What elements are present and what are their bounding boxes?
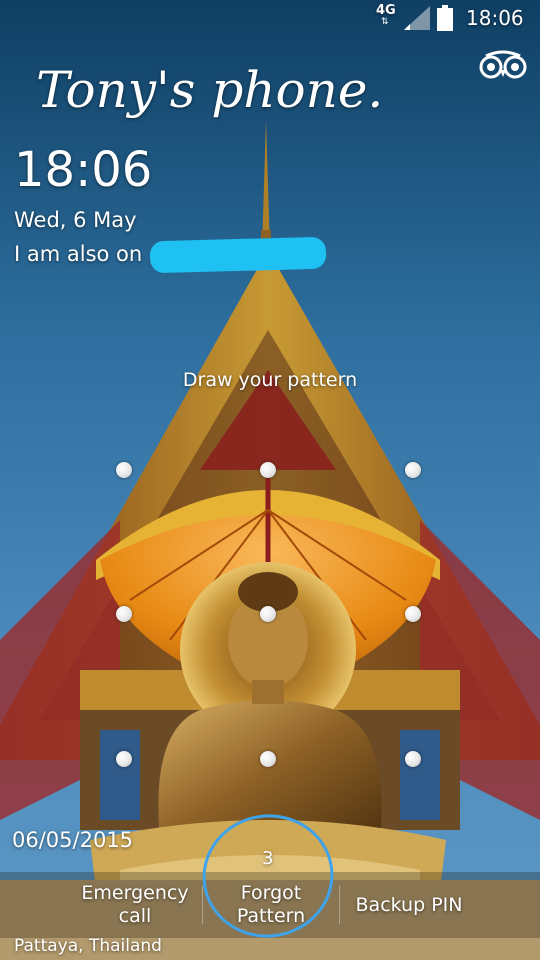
emergency-call-button[interactable]: Emergency call — [70, 872, 200, 938]
bottom-action-bar: Emergency call Forgot Pattern Backup PIN — [0, 872, 540, 938]
pattern-dot-5[interactable] — [260, 606, 276, 622]
wallpaper-location: Pattaya, Thailand — [14, 936, 162, 956]
pattern-dot-8[interactable] — [260, 751, 276, 767]
pattern-grid[interactable] — [0, 0, 540, 960]
divider — [339, 886, 340, 924]
forgot-pattern-button[interactable]: Forgot Pattern — [205, 872, 337, 938]
pattern-dot-7[interactable] — [116, 751, 132, 767]
pattern-dot-6[interactable] — [405, 606, 421, 622]
pattern-dot-4[interactable] — [116, 606, 132, 622]
backup-pin-button[interactable]: Backup PIN — [342, 872, 476, 938]
wallpaper-date-stamp: 06/05/2015 — [12, 828, 134, 852]
divider — [202, 886, 203, 924]
pattern-dot-1[interactable] — [116, 462, 132, 478]
attempt-count: 3 — [262, 848, 274, 869]
pattern-dot-2[interactable] — [260, 462, 276, 478]
pattern-dot-3[interactable] — [405, 462, 421, 478]
pattern-dot-9[interactable] — [405, 751, 421, 767]
